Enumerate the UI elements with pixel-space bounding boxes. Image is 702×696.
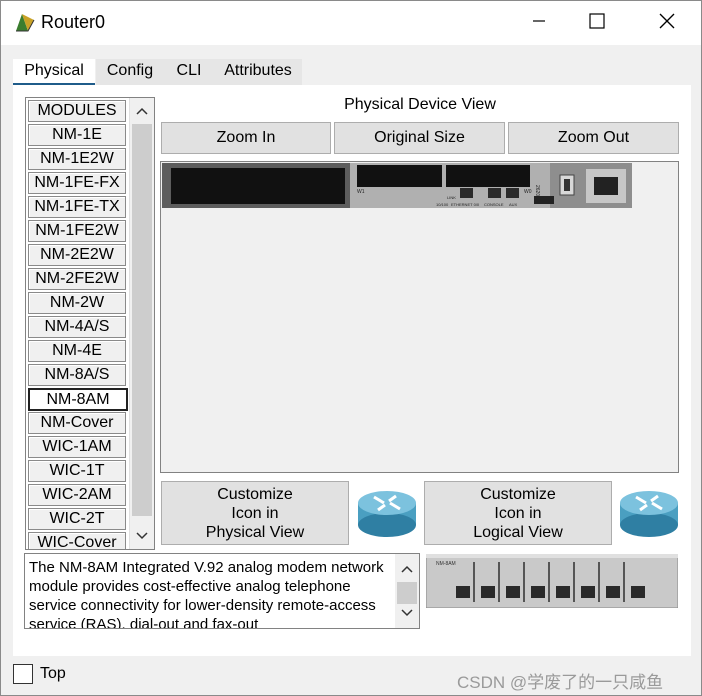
title-bar: Router0 [1, 1, 701, 45]
scroll-down-icon[interactable] [130, 525, 154, 547]
list-item[interactable]: NM-1E2W [28, 148, 126, 170]
scroll-up-icon[interactable] [395, 558, 419, 580]
list-item[interactable]: NM-2E2W [28, 244, 126, 266]
zoom-out-button[interactable]: Zoom Out [508, 122, 679, 154]
list-item[interactable]: NM-4E [28, 340, 126, 362]
close-button[interactable] [644, 1, 690, 45]
router-label-aux: AUX [509, 202, 518, 207]
window-title: Router0 [41, 12, 106, 32]
physical-device-view-label: Physical Device View [344, 96, 496, 113]
top-checkbox-label: Top [40, 665, 66, 682]
router-label-console: CONSOLE [484, 202, 504, 207]
list-item[interactable]: NM-Cover [28, 412, 126, 434]
router-label-10-100: 10/100 [436, 202, 449, 207]
scroll-up-icon[interactable] [130, 100, 154, 122]
router-icon[interactable] [356, 487, 418, 544]
maximize-icon [589, 12, 605, 34]
list-item-modules-header: MODULES [28, 100, 126, 122]
tab-cli[interactable]: CLI [167, 59, 211, 83]
router-label-ethernet: ETHERNET 0/0 [451, 202, 480, 207]
router-chassis-image: W1 W0 LINK 10/100 ETHERNET 0/0 CONSOLE A… [162, 163, 632, 208]
scroll-down-icon[interactable] [395, 602, 419, 624]
top-checkbox[interactable] [13, 664, 33, 684]
customize-physical-icon-button[interactable]: Customize Icon in Physical View [161, 481, 349, 545]
packet-tracer-app-icon [13, 11, 37, 35]
list-item[interactable]: NM-1E [28, 124, 126, 146]
physical-device-view[interactable]: W1 W0 LINK 10/100 ETHERNET 0/0 CONSOLE A… [160, 161, 679, 473]
list-item[interactable]: NM-8A/S [28, 364, 126, 386]
zoom-in-button[interactable]: Zoom In [161, 122, 331, 154]
list-item[interactable]: WIC-1AM [28, 436, 126, 458]
list-item[interactable]: NM-1FE-FX [28, 172, 126, 194]
scrollbar-thumb[interactable] [132, 124, 152, 516]
scrollbar-thumb[interactable] [397, 582, 417, 604]
description-scrollbar[interactable] [395, 554, 419, 628]
module-description-box[interactable]: The NM-8AM Integrated V.92 analog modem … [24, 553, 420, 629]
modules-scrollbar[interactable] [129, 98, 154, 549]
tab-attributes[interactable]: Attributes [219, 59, 297, 83]
tab-config[interactable]: Config [99, 59, 161, 83]
list-item[interactable]: NM-1FE-TX [28, 196, 126, 218]
customize-logical-icon-button[interactable]: Customize Icon in Logical View [424, 481, 612, 545]
router-label-link: LINK [447, 195, 456, 200]
router-label-w1: W1 [357, 189, 365, 195]
module-preview-image: NM-8AM [426, 554, 678, 608]
modules-list[interactable]: MODULES NM-1E NM-1E2W NM-1FE-FX NM-1FE-T… [25, 97, 155, 550]
list-item[interactable]: WIC-2T [28, 508, 126, 530]
list-item[interactable]: NM-2W [28, 292, 126, 314]
list-item[interactable]: NM-2FE2W [28, 268, 126, 290]
tab-physical[interactable]: Physical [13, 59, 95, 86]
router-icon[interactable] [618, 487, 680, 544]
router-label-w0: W0 [524, 189, 532, 195]
module-image-label: NM-8AM [436, 561, 456, 567]
list-item[interactable]: WIC-2AM [28, 484, 126, 506]
minimize-icon [532, 14, 546, 33]
list-item[interactable]: NM-4A/S [28, 316, 126, 338]
minimize-button[interactable] [516, 1, 562, 45]
list-item[interactable]: WIC-1T [28, 460, 126, 482]
list-item-selected[interactable]: NM-8AM [28, 388, 128, 411]
router-window: Router0 Physical Config CLI Attributes M… [0, 0, 702, 696]
maximize-button[interactable] [574, 1, 620, 45]
list-item[interactable]: WIC-Cover [28, 532, 126, 549]
module-description-text: The NM-8AM Integrated V.92 analog modem … [29, 559, 384, 629]
close-icon [659, 13, 675, 34]
watermark: CSDN @学废了的一只咸鱼 [457, 673, 664, 692]
list-item[interactable]: NM-1FE2W [28, 220, 126, 242]
original-size-button[interactable]: Original Size [334, 122, 505, 154]
